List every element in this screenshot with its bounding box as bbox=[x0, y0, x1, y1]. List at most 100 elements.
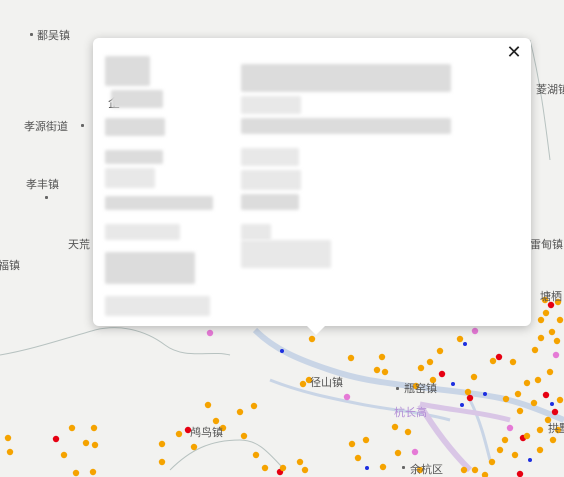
orange-facility-dot[interactable] bbox=[553, 337, 561, 345]
orange-facility-dot[interactable] bbox=[501, 436, 509, 444]
orange-facility-dot[interactable] bbox=[537, 316, 545, 324]
red-facility-dot[interactable] bbox=[466, 394, 474, 402]
redacted-text bbox=[241, 148, 299, 166]
pink-facility-dot[interactable] bbox=[411, 448, 419, 456]
orange-facility-dot[interactable] bbox=[379, 463, 387, 471]
orange-facility-dot[interactable] bbox=[464, 388, 472, 396]
place-label: 雷甸镇 bbox=[530, 238, 563, 251]
orange-facility-dot[interactable] bbox=[556, 396, 564, 404]
orange-facility-dot[interactable] bbox=[373, 366, 381, 374]
orange-facility-dot[interactable] bbox=[514, 390, 522, 398]
orange-facility-dot[interactable] bbox=[404, 428, 412, 436]
orange-facility-dot[interactable] bbox=[252, 451, 260, 459]
orange-facility-dot[interactable] bbox=[530, 399, 538, 407]
orange-facility-dot[interactable] bbox=[496, 446, 504, 454]
orange-facility-dot[interactable] bbox=[436, 347, 444, 355]
blue-facility-dot[interactable] bbox=[460, 403, 464, 407]
orange-facility-dot[interactable] bbox=[378, 353, 386, 361]
orange-facility-dot[interactable] bbox=[537, 334, 545, 342]
orange-facility-dot[interactable] bbox=[531, 346, 539, 354]
orange-facility-dot[interactable] bbox=[308, 335, 316, 343]
orange-facility-dot[interactable] bbox=[471, 466, 479, 474]
orange-facility-dot[interactable] bbox=[301, 466, 309, 474]
red-facility-dot[interactable] bbox=[495, 353, 503, 361]
blue-facility-dot[interactable] bbox=[365, 466, 369, 470]
red-facility-dot[interactable] bbox=[438, 370, 446, 378]
info-popup: ✕ 企 三 bbox=[93, 38, 531, 335]
orange-facility-dot[interactable] bbox=[516, 407, 524, 415]
orange-facility-dot[interactable] bbox=[4, 434, 12, 442]
orange-facility-dot[interactable] bbox=[89, 468, 97, 476]
redacted-text bbox=[105, 168, 155, 188]
blue-facility-dot[interactable] bbox=[463, 342, 467, 346]
orange-facility-dot[interactable] bbox=[546, 368, 554, 376]
orange-facility-dot[interactable] bbox=[347, 354, 355, 362]
redacted-text bbox=[241, 118, 451, 134]
orange-facility-dot[interactable] bbox=[394, 449, 402, 457]
red-facility-dot[interactable] bbox=[516, 470, 524, 477]
orange-facility-dot[interactable] bbox=[536, 446, 544, 454]
orange-facility-dot[interactable] bbox=[417, 364, 425, 372]
orange-facility-dot[interactable] bbox=[523, 379, 531, 387]
orange-facility-dot[interactable] bbox=[488, 458, 496, 466]
pink-facility-dot[interactable] bbox=[471, 327, 479, 335]
orange-facility-dot[interactable] bbox=[489, 357, 497, 365]
orange-facility-dot[interactable] bbox=[299, 380, 307, 388]
orange-facility-dot[interactable] bbox=[549, 436, 557, 444]
orange-facility-dot[interactable] bbox=[426, 358, 434, 366]
orange-facility-dot[interactable] bbox=[470, 373, 478, 381]
orange-facility-dot[interactable] bbox=[542, 309, 550, 317]
orange-facility-dot[interactable] bbox=[362, 436, 370, 444]
redacted-text bbox=[241, 96, 301, 114]
orange-facility-dot[interactable] bbox=[354, 454, 362, 462]
place-label: 菱湖镇 bbox=[536, 83, 564, 96]
orange-facility-dot[interactable] bbox=[509, 358, 517, 366]
orange-facility-dot[interactable] bbox=[91, 441, 99, 449]
pink-facility-dot[interactable] bbox=[206, 329, 214, 337]
orange-facility-dot[interactable] bbox=[523, 432, 531, 440]
orange-facility-dot[interactable] bbox=[158, 440, 166, 448]
orange-facility-dot[interactable] bbox=[460, 466, 468, 474]
orange-facility-dot[interactable] bbox=[381, 368, 389, 376]
orange-facility-dot[interactable] bbox=[240, 432, 248, 440]
orange-facility-dot[interactable] bbox=[456, 335, 464, 343]
close-icon[interactable]: ✕ bbox=[505, 44, 523, 62]
orange-facility-dot[interactable] bbox=[190, 443, 198, 451]
orange-facility-dot[interactable] bbox=[279, 464, 287, 472]
orange-facility-dot[interactable] bbox=[204, 401, 212, 409]
blue-facility-dot[interactable] bbox=[280, 349, 284, 353]
orange-facility-dot[interactable] bbox=[250, 402, 258, 410]
orange-facility-dot[interactable] bbox=[68, 424, 76, 432]
orange-facility-dot[interactable] bbox=[536, 426, 544, 434]
blue-facility-dot[interactable] bbox=[483, 392, 487, 396]
orange-facility-dot[interactable] bbox=[72, 469, 80, 477]
pink-facility-dot[interactable] bbox=[552, 351, 560, 359]
orange-facility-dot[interactable] bbox=[502, 395, 510, 403]
red-facility-dot[interactable] bbox=[542, 391, 550, 399]
redacted-text bbox=[111, 90, 163, 108]
orange-facility-dot[interactable] bbox=[296, 458, 304, 466]
pink-facility-dot[interactable] bbox=[343, 393, 351, 401]
orange-facility-dot[interactable] bbox=[175, 430, 183, 438]
orange-facility-dot[interactable] bbox=[534, 376, 542, 384]
blue-facility-dot[interactable] bbox=[550, 402, 554, 406]
orange-facility-dot[interactable] bbox=[548, 328, 556, 336]
redacted-text bbox=[241, 194, 299, 210]
orange-facility-dot[interactable] bbox=[60, 451, 68, 459]
orange-facility-dot[interactable] bbox=[158, 458, 166, 466]
orange-facility-dot[interactable] bbox=[90, 424, 98, 432]
pink-facility-dot[interactable] bbox=[506, 424, 514, 432]
orange-facility-dot[interactable] bbox=[82, 439, 90, 447]
redacted-text bbox=[105, 150, 163, 164]
orange-facility-dot[interactable] bbox=[391, 423, 399, 431]
orange-facility-dot[interactable] bbox=[556, 316, 564, 324]
orange-facility-dot[interactable] bbox=[236, 408, 244, 416]
orange-facility-dot[interactable] bbox=[348, 440, 356, 448]
blue-facility-dot[interactable] bbox=[451, 382, 455, 386]
orange-facility-dot[interactable] bbox=[6, 448, 14, 456]
blue-facility-dot[interactable] bbox=[528, 458, 532, 462]
orange-facility-dot[interactable] bbox=[511, 451, 519, 459]
red-facility-dot[interactable] bbox=[551, 408, 559, 416]
orange-facility-dot[interactable] bbox=[261, 464, 269, 472]
red-facility-dot[interactable] bbox=[52, 435, 60, 443]
